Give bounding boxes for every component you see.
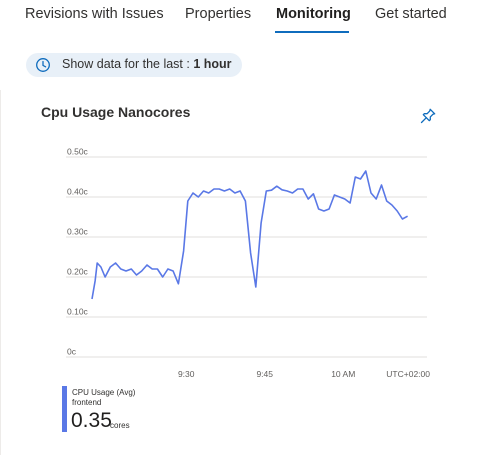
tab-properties[interactable]: Properties (185, 6, 251, 22)
y-tick-label: 0.10c (67, 307, 89, 317)
series-line (91, 170, 408, 300)
tab-bar: Revisions with Issues Properties Monitor… (0, 0, 478, 36)
y-tick-label: 0.30c (67, 227, 89, 237)
x-tick-label: 10 AM (331, 369, 355, 379)
y-tick-label: 0c (67, 347, 77, 357)
time-range-value: 1 hour (193, 57, 232, 71)
legend-color-bar (62, 386, 67, 432)
legend-value: 0.35 (71, 409, 112, 432)
x-tick-label: 9:30 (178, 369, 195, 379)
y-tick-label: 0.40c (67, 187, 89, 197)
pin-icon[interactable] (419, 107, 437, 125)
timezone-label: UTC+02:00 (386, 369, 430, 379)
clock-icon (36, 58, 50, 72)
tab-monitoring[interactable]: Monitoring (276, 6, 351, 22)
legend-unit: cores (110, 421, 130, 430)
y-tick-label: 0.50c (67, 147, 89, 157)
time-range-label: Show data for the last : 1 hour (62, 57, 232, 71)
legend-series-instance: frontend (72, 398, 102, 407)
chart-card-title: Cpu Usage Nanocores (41, 104, 191, 120)
time-range-selector[interactable]: Show data for the last : 1 hour (26, 53, 242, 77)
time-range-prefix: Show data for the last : (62, 57, 190, 71)
tab-get-started[interactable]: Get started (375, 6, 447, 22)
x-tick-label: 9:45 (256, 369, 273, 379)
legend-series-name: CPU Usage (Avg) (72, 388, 136, 397)
y-tick-label: 0.20c (67, 267, 89, 277)
tab-revisions-with-issues[interactable]: Revisions with Issues (25, 6, 164, 22)
active-tab-indicator (275, 31, 349, 33)
cpu-usage-chart: 0.50c 0.40c 0.30c 0.20c 0.10c 0c 9:30 9:45 10 AM… (66, 147, 430, 379)
monitoring-page: Revisions with Issues Properties Monitor… (0, 0, 478, 455)
